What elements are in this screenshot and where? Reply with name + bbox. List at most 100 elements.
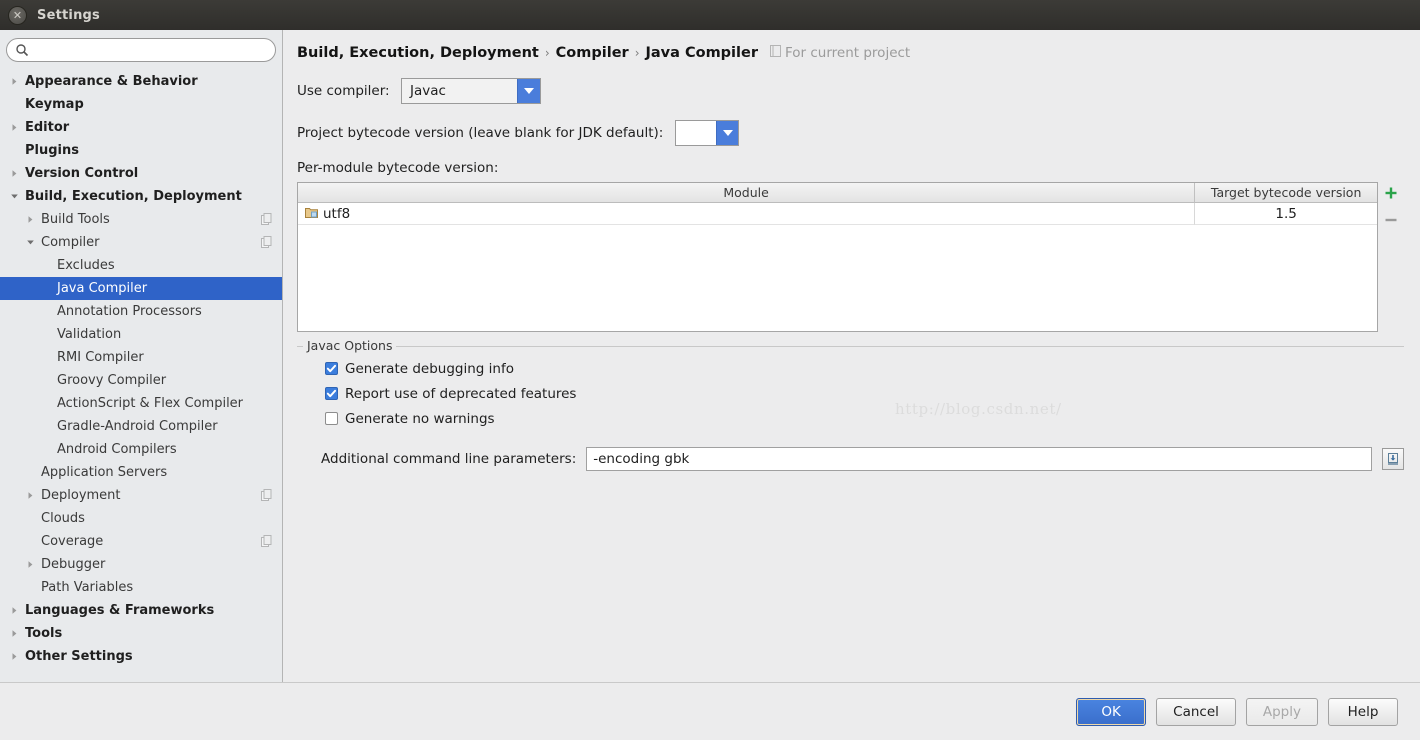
chevron-down-icon[interactable] — [517, 79, 540, 103]
help-button[interactable]: Help — [1328, 697, 1398, 726]
tree-twisty-collapsed-icon[interactable] — [8, 162, 21, 185]
sidebar-item-compiler[interactable]: Compiler — [0, 231, 282, 254]
sidebar-item-label: Build Tools — [41, 212, 110, 227]
sidebar-item-label: Clouds — [41, 511, 85, 526]
chevron-down-icon[interactable] — [715, 121, 739, 145]
copy-settings-icon[interactable] — [261, 489, 272, 501]
sidebar-item-languages-frameworks[interactable]: Languages & Frameworks — [0, 599, 282, 622]
sidebar-item-build-tools[interactable]: Build Tools — [0, 208, 282, 231]
sidebar-item-path-variables[interactable]: Path Variables — [0, 576, 282, 599]
scope-note-label: For current project — [784, 45, 911, 61]
sidebar-item-gradle-android-compiler[interactable]: Gradle-Android Compiler — [0, 415, 282, 438]
sidebar-item-validation[interactable]: Validation — [0, 323, 282, 346]
close-icon[interactable]: ✕ — [8, 5, 27, 25]
cell-module-label: utf8 — [323, 205, 351, 222]
sidebar-item-appearance-behavior[interactable]: Appearance & Behavior — [0, 70, 282, 93]
sidebar-item-label: RMI Compiler — [57, 350, 144, 365]
project-bytecode-row: Project bytecode version (leave blank fo… — [297, 120, 1404, 146]
tree-twisty-collapsed-icon[interactable] — [8, 116, 21, 139]
option-row[interactable]: Generate debugging info — [325, 356, 1404, 381]
table-empty-space — [298, 225, 1377, 331]
additional-params-row: Additional command line parameters: -enc… — [321, 447, 1404, 471]
column-header-target[interactable]: Target bytecode version — [1195, 183, 1378, 203]
sidebar-item-android-compilers[interactable]: Android Compilers — [0, 438, 282, 461]
module-folder-icon — [305, 206, 318, 222]
tree-twisty-collapsed-icon[interactable] — [24, 553, 37, 576]
sidebar-item-java-compiler[interactable]: Java Compiler — [0, 277, 282, 300]
checkbox-report-use-of-deprecated-features[interactable] — [325, 387, 338, 400]
sidebar-item-build-execution-deployment[interactable]: Build, Execution, Deployment — [0, 185, 282, 208]
per-module-label: Per-module bytecode version: — [297, 160, 499, 176]
copy-settings-icon[interactable] — [261, 213, 272, 225]
sidebar-item-keymap[interactable]: Keymap — [0, 93, 282, 116]
sidebar-item-deployment[interactable]: Deployment — [0, 484, 282, 507]
option-label: Generate debugging info — [345, 360, 514, 377]
copy-settings-icon[interactable] — [261, 535, 272, 547]
sidebar-item-annotation-processors[interactable]: Annotation Processors — [0, 300, 282, 323]
sidebar-item-coverage[interactable]: Coverage — [0, 530, 282, 553]
tree-twisty-collapsed-icon[interactable] — [24, 208, 37, 231]
sidebar-item-excludes[interactable]: Excludes — [0, 254, 282, 277]
search-container — [0, 30, 282, 68]
breadcrumb-part-1[interactable]: Build, Execution, Deployment — [297, 45, 539, 61]
use-compiler-dropdown[interactable]: Javac — [401, 78, 541, 104]
checkbox-generate-debugging-info[interactable] — [325, 362, 338, 375]
option-row[interactable]: Generate no warnings — [325, 406, 1404, 431]
window-titlebar: ✕ Settings — [0, 0, 1420, 30]
tree-twisty-collapsed-icon[interactable] — [8, 599, 21, 622]
tree-twisty-collapsed-icon[interactable] — [8, 70, 21, 93]
cancel-button[interactable]: Cancel — [1156, 697, 1236, 726]
cell-module[interactable]: utf8 — [298, 203, 1196, 225]
use-compiler-label: Use compiler: — [297, 83, 390, 99]
sidebar-item-tools[interactable]: Tools — [0, 622, 282, 645]
cell-target[interactable]: 1.5 — [1195, 203, 1378, 225]
project-bytecode-dropdown[interactable] — [675, 120, 740, 146]
table-toolbar — [1378, 182, 1404, 332]
sidebar-item-groovy-compiler[interactable]: Groovy Compiler — [0, 369, 282, 392]
breadcrumb-part-2[interactable]: Compiler — [556, 45, 629, 61]
scope-note: For current project — [769, 45, 911, 61]
tree-twisty-collapsed-icon[interactable] — [24, 484, 37, 507]
sidebar-item-label: Annotation Processors — [57, 304, 202, 319]
sidebar-item-label: Other Settings — [25, 649, 133, 664]
sidebar-item-plugins[interactable]: Plugins — [0, 139, 282, 162]
expand-editor-icon[interactable] — [1382, 448, 1404, 470]
table-header-row: Module Target bytecode version — [298, 183, 1378, 203]
sidebar-item-other-settings[interactable]: Other Settings — [0, 645, 282, 668]
tree-twisty-expanded-icon[interactable] — [8, 185, 21, 208]
sidebar-item-editor[interactable]: Editor — [0, 116, 282, 139]
tree-twisty-expanded-icon[interactable] — [24, 231, 37, 254]
sidebar-item-label: Gradle-Android Compiler — [57, 419, 218, 434]
option-row[interactable]: Report use of deprecated features — [325, 381, 1404, 406]
sidebar-item-actionscript-flex-compiler[interactable]: ActionScript & Flex Compiler — [0, 392, 282, 415]
checkbox-generate-no-warnings[interactable] — [325, 412, 338, 425]
project-bytecode-value[interactable] — [676, 121, 716, 145]
sidebar-item-label: Plugins — [25, 143, 79, 158]
settings-dialog: ✕ Settings Appearance & Behavior Keymap Ed… — [0, 0, 1420, 740]
search-box[interactable] — [6, 38, 276, 62]
remove-module-button[interactable] — [1381, 211, 1401, 229]
sidebar-item-debugger[interactable]: Debugger — [0, 553, 282, 576]
sidebar-item-application-servers[interactable]: Application Servers — [0, 461, 282, 484]
copy-settings-icon[interactable] — [261, 236, 272, 248]
tree-twisty-collapsed-icon[interactable] — [8, 645, 21, 668]
tree-twisty-collapsed-icon[interactable] — [8, 622, 21, 645]
sidebar-item-clouds[interactable]: Clouds — [0, 507, 282, 530]
table-row[interactable]: utf8 1.5 — [298, 203, 1378, 225]
column-header-module[interactable]: Module — [298, 183, 1196, 203]
settings-tree: Appearance & Behavior Keymap Editor Plugins… — [0, 70, 282, 668]
sidebar-item-rmi-compiler[interactable]: RMI Compiler — [0, 346, 282, 369]
sidebar-item-version-control[interactable]: Version Control — [0, 162, 282, 185]
add-module-button[interactable] — [1381, 184, 1401, 202]
sidebar-item-label: Android Compilers — [57, 442, 177, 457]
search-input[interactable] — [33, 41, 267, 59]
option-label: Report use of deprecated features — [345, 385, 577, 402]
ok-button[interactable]: OK — [1076, 697, 1147, 726]
additional-params-input[interactable]: -encoding gbk — [586, 447, 1372, 471]
